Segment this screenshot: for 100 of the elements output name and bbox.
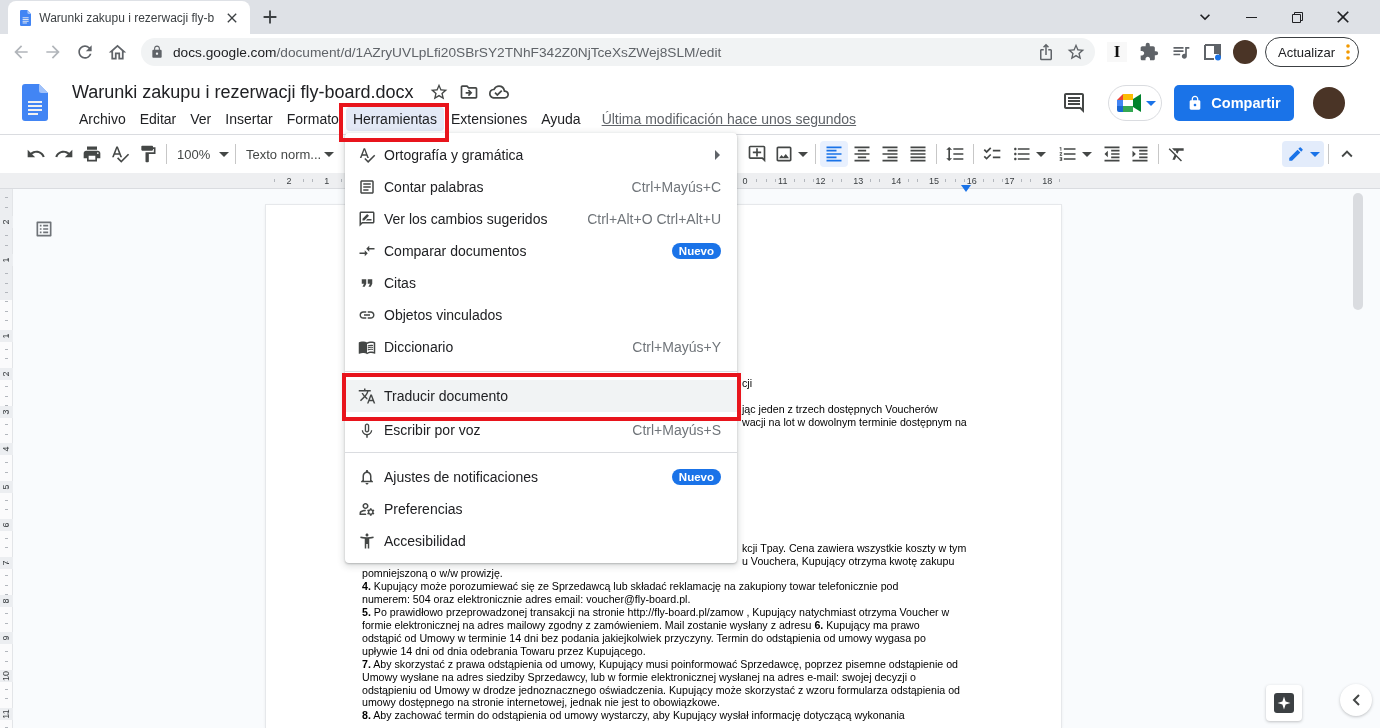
ruler-number: 2 — [282, 175, 296, 186]
update-button[interactable]: Actualizar — [1265, 37, 1359, 67]
accessibility-icon — [358, 532, 376, 550]
menu-item[interactable]: Ver los cambios sugeridos Ctrl+Alt+O Ctrl+Alt+U — [345, 203, 737, 235]
caret-icon — [1036, 151, 1046, 157]
folder-arrow-icon — [459, 82, 480, 102]
menu-bar-item[interactable]: Ayuda — [541, 107, 581, 131]
spellcheck-icon — [358, 146, 376, 164]
spellcheck-icon — [110, 144, 130, 164]
numbered-list-icon — [1058, 144, 1078, 164]
extension-button[interactable]: I — [1107, 42, 1127, 62]
browser-tab[interactable]: Warunki zakupu i rezerwacji fly-b — [8, 1, 250, 34]
cloud-check-icon — [489, 82, 510, 102]
save-status-button[interactable] — [489, 82, 510, 102]
minimize-icon — [1245, 16, 1257, 18]
caret-icon — [1082, 151, 1092, 157]
document-title[interactable]: Warunki zakupu i rezerwacji fly-board.docx — [72, 82, 414, 102]
menu-bar-item[interactable]: Ver — [190, 107, 212, 131]
book-icon — [358, 338, 376, 356]
video-camera-icon — [1117, 93, 1141, 113]
star-icon[interactable] — [1066, 42, 1086, 62]
text-style-dropdown[interactable]: Texto norm... — [240, 141, 337, 167]
bell-icon — [358, 468, 376, 486]
document-text: kcji Tpay. Cena zawiera wszystkie koszty w tym u Vouchera, Kupujący otrzyma kwotę zakupu — [742, 541, 967, 568]
menu-bar-item[interactable]: Editar — [139, 107, 177, 131]
align-center-icon — [852, 144, 872, 164]
menu-item[interactable]: Citas — [345, 267, 737, 299]
menu-bar-item[interactable]: Archivo — [79, 107, 126, 131]
ruler-number: 4 — [0, 443, 13, 456]
address-bar[interactable]: docs.google.com/document/d/1AZryUVLpLfi20SBrSY2TNhF342Z0NjTceXsZWej8SLM/edit — [141, 38, 1095, 66]
document-text: jąc jeden z trzech dostępnych Voucherów wacji na lot w dowolnym terminie dostępnym na — [742, 402, 967, 429]
align-right-icon — [880, 144, 900, 164]
reload-icon — [75, 42, 95, 62]
zoom-dropdown[interactable]: 100% — [171, 141, 231, 167]
indent-increase-icon — [1130, 144, 1150, 164]
menu-bar-item[interactable]: Formato — [286, 107, 339, 131]
comment-plus-icon — [747, 144, 767, 164]
ruler-number: 9 — [0, 632, 13, 645]
caret-icon — [1146, 100, 1156, 106]
editing-mode-button[interactable] — [1282, 141, 1324, 167]
puzzle-icon — [1139, 42, 1159, 62]
restore-icon — [1291, 11, 1303, 23]
share-button[interactable]: Compartir — [1174, 85, 1294, 121]
image-icon — [774, 144, 794, 164]
menu-item[interactable]: Comparar documentos Nuevo — [345, 235, 737, 267]
last-edit-link[interactable]: Última modificación hace unos segundos — [601, 111, 857, 127]
comment-icon — [1062, 91, 1086, 115]
document-favicon-icon[interactable] — [20, 9, 32, 26]
vertical-ruler[interactable]: 2 1 1 2 3 4 5 6 7 8 9 10 11 — [0, 189, 13, 728]
menu-item[interactable]: Ortografía y gramática — [345, 139, 737, 171]
paragraph: 4. Kupujący może porozumiewać się ze Sprzedawcą lub składać reklamację na zakupiony towar telefonicznie pod numerem: 504 oraz elektronicznie adres email: voucher@fly-board.pl. — [362, 580, 899, 607]
new-badge: Nuevo — [671, 243, 721, 259]
shortcut-text: Ctrl+Mayús+Y — [632, 339, 721, 355]
menu-bar-item[interactable]: Herramientas — [345, 107, 444, 131]
side-panel-toggle[interactable] — [1340, 684, 1372, 716]
ruler-number: 5 — [0, 481, 13, 494]
profile-avatar[interactable] — [1233, 40, 1257, 64]
printer-icon — [82, 144, 102, 164]
menu-item[interactable]: Preferencias — [345, 493, 737, 525]
ruler-number: 17 — [1002, 175, 1017, 186]
move-button[interactable] — [459, 82, 480, 102]
menu-item[interactable]: Traducir documento — [345, 380, 737, 412]
scrollbar[interactable] — [1353, 193, 1363, 310]
lock-icon — [150, 45, 164, 59]
paragraph: 8. Aby zachować termin do odstąpienia od umowy wystarczy, aby Kupujący wysłał informację dotyczącą wykonania — [362, 709, 905, 723]
account-avatar[interactable] — [1313, 87, 1345, 119]
paragraph: pomniejszoną o w/w prowizję. — [362, 567, 503, 581]
menu-item[interactable]: Diccionario Ctrl+Mayús+Y — [345, 331, 737, 363]
align-justify-icon — [908, 144, 928, 164]
ruler-number: 16 — [964, 175, 979, 186]
caret-icon — [1309, 151, 1320, 157]
ruler-number: 3 — [0, 405, 13, 418]
bubble-pen-icon — [358, 210, 376, 228]
menu-item[interactable]: Objetos vinculados — [345, 299, 737, 331]
menu-bar-item[interactable]: Extensiones — [450, 107, 528, 131]
ruler-number: 6 — [0, 518, 13, 531]
more-dots-icon — [1346, 44, 1351, 60]
ruler-number: 15 — [926, 175, 941, 186]
menu-bar-item[interactable]: Insertar — [225, 107, 273, 131]
share-icon[interactable] — [1037, 43, 1055, 61]
ruler-number: 1 — [319, 175, 334, 186]
menu-item[interactable]: Contar palabras Ctrl+Mayús+C — [345, 171, 737, 203]
ruler-number: 8 — [0, 594, 13, 607]
document-logo-icon[interactable] — [22, 84, 48, 121]
ruler-number: 1 — [0, 330, 13, 342]
indent-decrease-icon — [1102, 144, 1122, 164]
line-spacing-icon — [945, 144, 965, 164]
meet-button[interactable] — [1108, 85, 1162, 121]
indent-marker-icon[interactable] — [961, 185, 971, 192]
menu-item[interactable]: Ajustes de notificaciones Nuevo — [345, 461, 737, 493]
pencil-icon — [1286, 145, 1305, 163]
shortcut-text: Ctrl+Alt+O Ctrl+Alt+U — [587, 211, 721, 227]
ruler-number: 18 — [1040, 175, 1055, 186]
ruler-number: 1 — [0, 253, 13, 266]
ruler-number: 14 — [889, 175, 904, 186]
menu-item[interactable]: Accesibilidad — [345, 525, 737, 557]
explore-button[interactable] — [1266, 685, 1302, 721]
align-left-button[interactable] — [820, 141, 848, 167]
chevron-left-icon — [1352, 694, 1360, 706]
menu-item[interactable]: Escribir por voz Ctrl+Mayús+S — [345, 421, 737, 444]
